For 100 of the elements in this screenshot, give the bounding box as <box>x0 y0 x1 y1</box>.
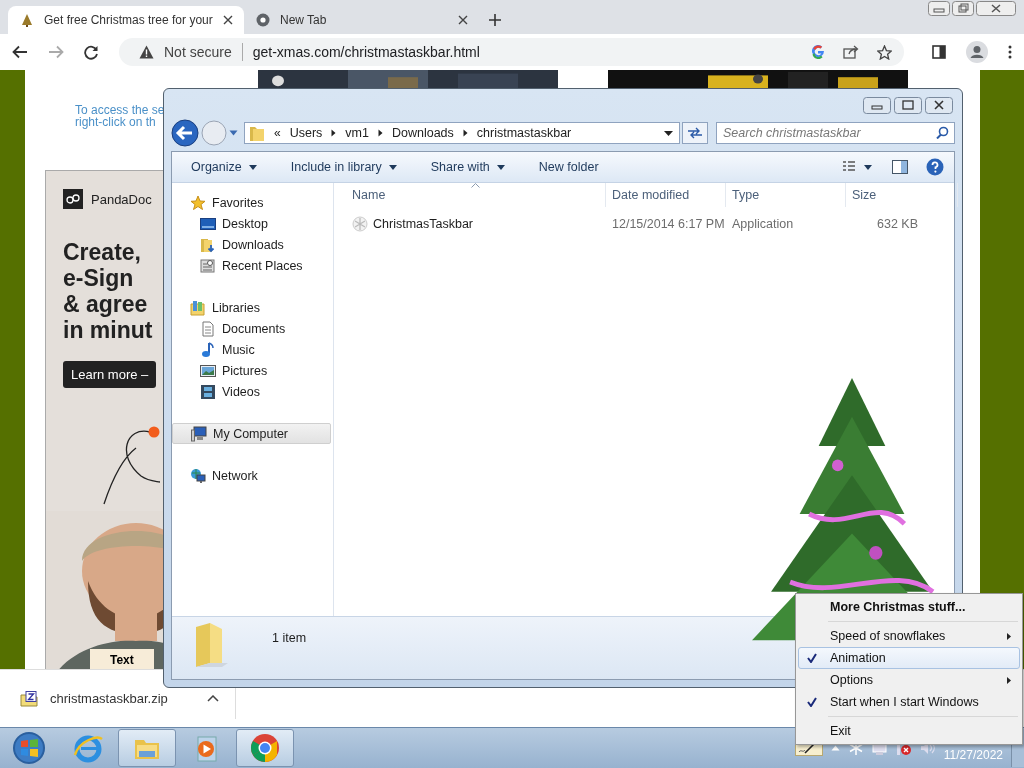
table-cell-text: 632 KB <box>876 217 919 231</box>
browser-tab[interactable]: Get free Christmas tree for your <box>8 6 244 34</box>
column-header[interactable]: Size <box>846 183 958 207</box>
restore-icon[interactable] <box>952 1 974 16</box>
menu-icon[interactable] <box>1008 45 1012 59</box>
close-icon[interactable] <box>976 1 1016 16</box>
breadcrumb-item[interactable]: Downloads <box>391 126 454 140</box>
address-bar[interactable]: Not secure get-xmas.com/christmastaskbar.html <box>119 38 904 66</box>
libraries-icon <box>190 299 206 316</box>
brand-name: PandaDoc <box>91 191 152 207</box>
music-note-icon <box>200 341 216 358</box>
computer-icon <box>191 425 207 442</box>
film-icon <box>200 383 216 400</box>
menu-item[interactable]: Exit <box>798 720 1020 742</box>
nav-item[interactable]: Music <box>172 339 333 360</box>
security-label: Not secure <box>164 44 232 60</box>
headline-text: & agree <box>63 291 148 317</box>
dropdown-arrow-icon <box>496 164 505 170</box>
refresh-icon[interactable] <box>682 122 708 144</box>
search-field[interactable]: Search christmastaskbar <box>716 122 955 144</box>
nav-item[interactable]: Downloads <box>172 234 333 255</box>
close-icon[interactable] <box>222 15 233 25</box>
share-icon[interactable] <box>843 45 859 59</box>
search-icon[interactable] <box>936 126 949 139</box>
nav-item[interactable]: Recent Places <box>172 255 333 276</box>
toolbar-button[interactable]: New folder <box>531 156 606 178</box>
network-icon <box>190 467 206 484</box>
zip-file-icon <box>20 690 38 707</box>
breadcrumb-item[interactable]: christmastaskbar <box>476 126 572 140</box>
menu-item[interactable]: Options <box>798 669 1020 691</box>
star-icon <box>190 194 206 211</box>
maximize-icon[interactable] <box>894 97 922 114</box>
learn-more-button[interactable]: Learn more – <box>63 361 157 388</box>
clock-date: 11/27/2022 <box>943 748 1003 762</box>
side-panel-icon[interactable] <box>932 45 946 59</box>
browser-tab[interactable]: New Tab <box>244 6 480 34</box>
back-button-icon[interactable] <box>171 119 199 147</box>
address-field[interactable]: « Users vm1 Downloads christmastaskbar <box>244 122 680 144</box>
google-icon[interactable] <box>811 45 825 59</box>
recent-places-icon <box>200 257 216 274</box>
nav-item[interactable]: Pictures <box>172 360 333 381</box>
back-arrow-icon[interactable] <box>12 45 28 59</box>
document-icon <box>200 320 216 337</box>
file-name[interactable]: ChristmasTaskbar <box>334 216 606 232</box>
logo-icon <box>63 189 83 209</box>
profile-icon[interactable] <box>966 41 988 63</box>
chrome-icon <box>248 731 282 765</box>
toolbar-button[interactable]: Organize <box>184 156 264 178</box>
breadcrumb-item[interactable]: Users <box>289 126 323 140</box>
column-header[interactable]: Name <box>334 183 606 207</box>
column-header[interactable]: Type <box>726 183 846 207</box>
headline-text: Create, <box>63 239 141 265</box>
view-options-icon[interactable] <box>842 160 874 174</box>
table-cell-text: 12/15/2014 6:17 PM <box>611 217 726 231</box>
menu-item[interactable]: More Christmas stuff... <box>798 596 1020 618</box>
taskbar-button[interactable] <box>236 729 294 767</box>
headline-text: in minut <box>63 317 153 343</box>
warning-icon <box>139 45 154 59</box>
close-icon[interactable] <box>925 97 953 114</box>
menu-item[interactable]: Start when I start Windows <box>798 691 1020 713</box>
snowflake-icon <box>352 216 368 232</box>
toolbar-button[interactable]: Share with <box>423 156 512 178</box>
plus-icon[interactable] <box>488 13 502 27</box>
chevron-right-icon[interactable] <box>331 129 337 137</box>
chevron-up-icon[interactable] <box>207 695 219 702</box>
nav-item[interactable]: My Computer <box>172 423 331 444</box>
close-icon[interactable] <box>458 15 468 25</box>
pictures-icon <box>200 362 216 379</box>
nav-item[interactable]: Favorites <box>172 192 333 213</box>
history-dropdown-icon[interactable] <box>229 130 238 136</box>
chrome-icon <box>256 13 270 27</box>
tree-icon <box>20 13 34 27</box>
nav-item[interactable]: Desktop <box>172 213 333 234</box>
nav-item[interactable]: Libraries <box>172 297 333 318</box>
chevron-right-icon[interactable] <box>462 129 468 137</box>
toolbar-button[interactable]: Include in library <box>283 156 404 178</box>
up-arrow-icon[interactable] <box>830 745 840 751</box>
reload-icon[interactable] <box>84 44 99 60</box>
instruction-text: right-click on th <box>75 116 156 128</box>
nav-item[interactable]: Documents <box>172 318 333 339</box>
table-cell-text: Application <box>731 217 795 231</box>
nav-item[interactable]: Videos <box>172 381 333 402</box>
breadcrumb-overflow[interactable]: « <box>274 126 281 140</box>
minimize-icon[interactable] <box>928 1 950 16</box>
menu-item[interactable]: Speed of snowflakes <box>798 625 1020 647</box>
chevron-right-icon[interactable] <box>377 129 383 137</box>
nav-item[interactable]: Network <box>172 465 333 486</box>
help-icon[interactable] <box>926 158 944 176</box>
url-text: get-xmas.com/christmastaskbar.html <box>252 44 480 60</box>
star-icon[interactable] <box>877 44 892 60</box>
preview-pane-icon[interactable] <box>892 160 908 174</box>
dropdown-arrow-icon <box>388 164 397 170</box>
submenu-arrow-icon <box>1007 676 1011 684</box>
column-header[interactable]: Date modified <box>606 183 726 207</box>
menu-item[interactable]: Animation <box>798 647 1020 669</box>
minimize-icon[interactable] <box>863 97 891 114</box>
breadcrumb-item[interactable]: vm1 <box>345 126 369 140</box>
dropdown-arrow-icon[interactable] <box>664 130 673 136</box>
submenu-arrow-icon <box>1007 632 1011 640</box>
taskbar-button[interactable] <box>118 729 176 767</box>
